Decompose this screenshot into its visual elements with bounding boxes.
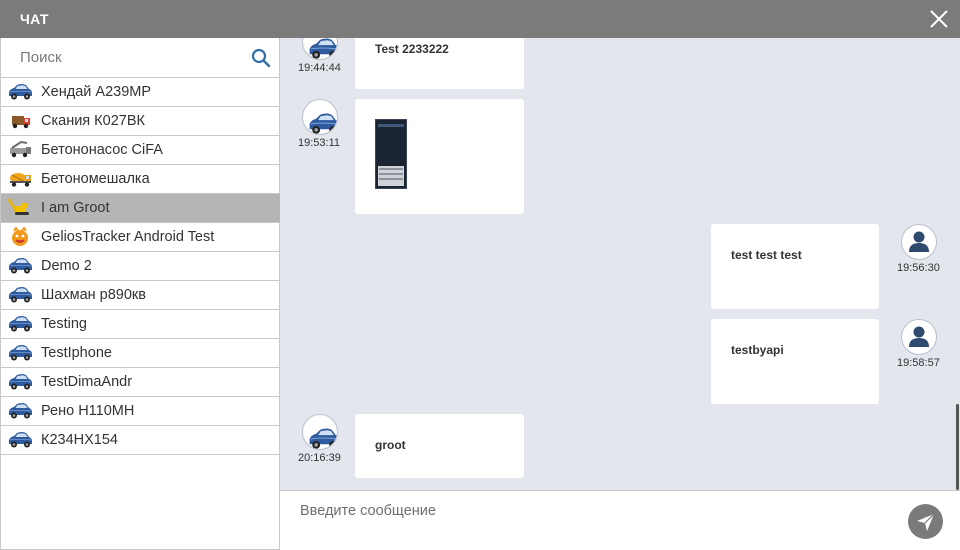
user-icon: [901, 319, 937, 355]
message-bubble: [355, 99, 524, 214]
message-bubble: testbyapi: [711, 319, 879, 404]
smiley-icon: [7, 226, 33, 247]
contact-item[interactable]: К234НХ154: [1, 426, 280, 455]
message-text: test test test: [731, 248, 802, 262]
truck-icon: [7, 111, 33, 131]
phone-screenshot-thumbnail[interactable]: [375, 119, 407, 189]
blue-car-icon: [7, 372, 33, 392]
contact-label: TestDimaAndr: [41, 374, 133, 390]
blue-car-icon: [7, 430, 33, 450]
contact-item[interactable]: TestDimaAndr: [1, 368, 280, 397]
blue-car-icon: [7, 401, 33, 421]
contact-label: Demo 2: [41, 258, 92, 274]
message-input[interactable]: [280, 491, 900, 531]
contact-item[interactable]: TestIphone: [1, 339, 280, 368]
contact-item[interactable]: Скания К027ВК: [1, 107, 280, 136]
concrete-mixer-icon: [7, 169, 33, 189]
message-time: 19:58:57: [897, 357, 940, 369]
search-icon[interactable]: [251, 48, 271, 68]
contact-label: К234НХ154: [41, 432, 118, 448]
blue-car-icon: [7, 343, 33, 363]
contact-list: Хендай А239МР Скания К027ВК Бетононасос …: [1, 78, 280, 455]
window-title: ЧАТ: [20, 11, 49, 27]
blue-car-icon: [7, 82, 33, 102]
concrete-pump-icon: [7, 140, 33, 160]
message-time: 19:44:44: [298, 62, 341, 74]
contact-item[interactable]: GeliosTracker Android Test: [1, 223, 280, 252]
contact-item[interactable]: Demo 2: [1, 252, 280, 281]
chat-scrollbar[interactable]: [956, 404, 959, 490]
blue-car-icon: [302, 38, 338, 60]
contacts-sidebar: Хендай А239МР Скания К027ВК Бетононасос …: [0, 38, 280, 550]
blue-car-icon: [302, 414, 338, 450]
search-bar: [1, 38, 280, 78]
contact-label: I am Groot: [41, 200, 110, 216]
contact-label: Хендай А239МР: [41, 84, 152, 100]
send-icon: [917, 513, 935, 531]
contact-item[interactable]: Бетономешалка: [1, 165, 280, 194]
message-bubble: groot: [355, 414, 524, 478]
contact-label: Рено Н110МН: [41, 403, 135, 419]
excavator-icon: [7, 198, 33, 218]
message-text: groot: [375, 438, 406, 452]
message-time: 19:56:30: [897, 262, 940, 274]
send-button[interactable]: [908, 504, 943, 539]
contact-label: Шахман р890кв: [41, 287, 146, 303]
blue-car-icon: [7, 285, 33, 305]
message-composer: [280, 490, 960, 550]
contact-label: TestIphone: [41, 345, 112, 361]
message-text: testbyapi: [731, 343, 784, 357]
contact-item[interactable]: Рено Н110МН: [1, 397, 280, 426]
contact-label: Testing: [41, 316, 87, 332]
contact-label: GeliosTracker Android Test: [41, 229, 215, 245]
contact-item[interactable]: Бетононасос CiFA: [1, 136, 280, 165]
contact-label: Бетономешалка: [41, 171, 150, 187]
message-bubble: test test test: [711, 224, 879, 309]
contact-label: Скания К027ВК: [41, 113, 145, 129]
close-icon[interactable]: [928, 8, 950, 30]
message-time: 20:16:39: [298, 452, 341, 464]
blue-car-icon: [7, 256, 33, 276]
blue-car-icon: [7, 314, 33, 334]
user-icon: [901, 224, 937, 260]
blue-car-icon: [302, 99, 338, 135]
message-area[interactable]: 19:44:44 Test 2233222 19:53:11 test test…: [280, 38, 960, 490]
contact-item[interactable]: Шахман р890кв: [1, 281, 280, 310]
contact-item[interactable]: Testing: [1, 310, 280, 339]
search-input[interactable]: [1, 38, 241, 77]
message-text: Test 2233222: [375, 42, 449, 56]
contact-item[interactable]: I am Groot: [1, 194, 280, 223]
title-bar: ЧАТ: [0, 0, 960, 38]
message-bubble: Test 2233222: [355, 38, 524, 89]
contact-item[interactable]: Хендай А239МР: [1, 78, 280, 107]
message-time: 19:53:11: [298, 137, 341, 149]
contact-label: Бетононасос CiFA: [41, 142, 163, 158]
